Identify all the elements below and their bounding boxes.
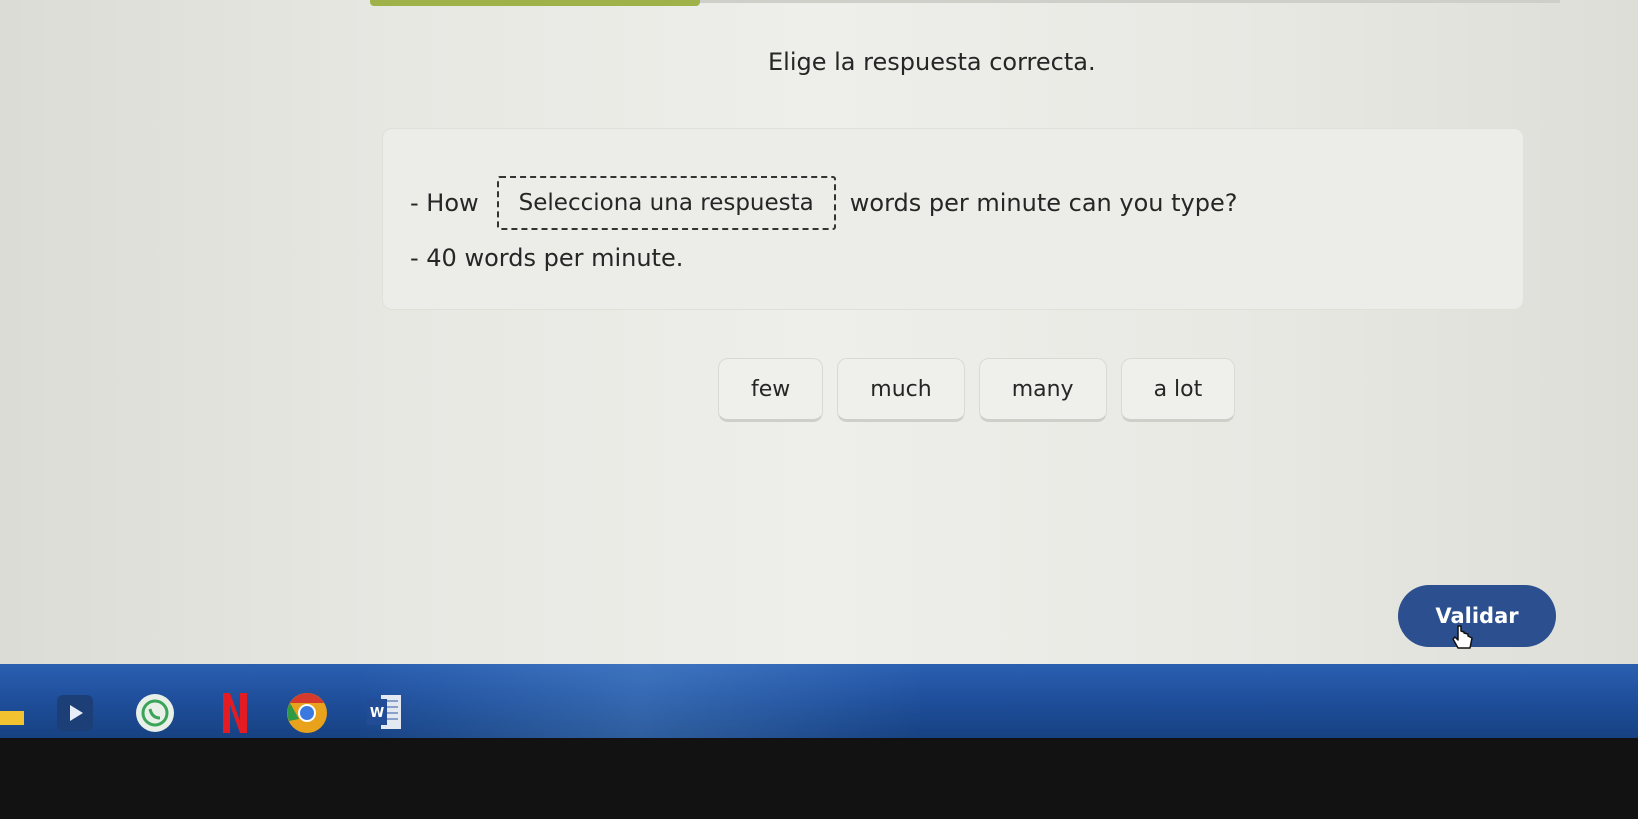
hand-cursor-icon <box>1452 625 1473 649</box>
option-few[interactable]: few <box>718 358 824 422</box>
chrome-icon[interactable] <box>284 690 330 736</box>
sentence-before: - How <box>410 189 479 217</box>
play-store-icon[interactable] <box>52 690 98 736</box>
progress-bar <box>370 0 700 6</box>
browser-page: Elige la respuesta correcta. - How Selec… <box>0 0 1638 672</box>
option-much[interactable]: much <box>837 358 965 422</box>
word-icon-letter: W <box>370 706 384 721</box>
taskbar-glow <box>360 664 920 744</box>
option-many[interactable]: many <box>978 358 1107 422</box>
validate-button[interactable]: Validar <box>1398 585 1556 647</box>
question-line: - How Selecciona una respuesta words per… <box>410 176 1237 230</box>
sentence-after: words per minute can you type? <box>849 189 1238 217</box>
whatsapp-icon[interactable] <box>132 690 178 736</box>
answer-line: - 40 words per minute. <box>410 244 684 272</box>
netflix-icon[interactable] <box>212 690 258 736</box>
answer-blank-dropzone[interactable]: Selecciona una respuesta <box>496 176 836 230</box>
taskbar-edge-icon <box>0 690 30 736</box>
progress-track <box>700 0 1560 3</box>
monitor-bezel <box>0 738 1638 819</box>
word-icon[interactable]: W <box>362 690 408 736</box>
option-a-lot[interactable]: a lot <box>1120 358 1236 422</box>
instruction-title: Elige la respuesta correcta. <box>768 48 1096 76</box>
answer-options: few much many a lot <box>718 358 1236 422</box>
